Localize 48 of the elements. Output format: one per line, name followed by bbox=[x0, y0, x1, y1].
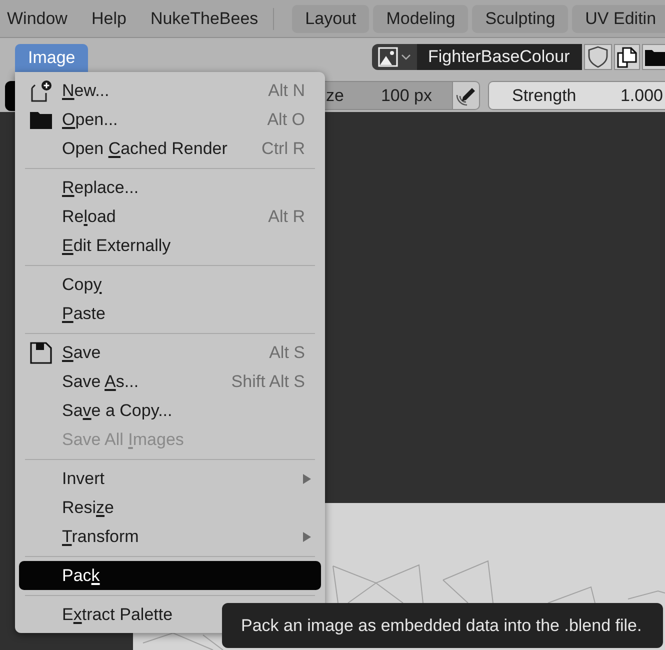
strength-field[interactable]: Strength 1.000 bbox=[488, 81, 665, 110]
workspace-tab[interactable]: UV Editin bbox=[572, 4, 665, 32]
menu-item[interactable]: Invert bbox=[19, 464, 321, 493]
pressure-toggle-button[interactable] bbox=[452, 81, 480, 110]
menu-item[interactable]: Replace... bbox=[19, 173, 321, 202]
workspace-tab[interactable]: Modeling bbox=[373, 4, 468, 32]
image-menu-button[interactable]: Image bbox=[15, 44, 88, 72]
workspace-tab[interactable]: Layout bbox=[292, 4, 370, 32]
image-browse-button[interactable] bbox=[372, 44, 417, 70]
menu-item[interactable]: Paste bbox=[19, 299, 321, 328]
duplicate-button[interactable] bbox=[614, 44, 640, 70]
shield-icon bbox=[588, 46, 608, 68]
menu-item[interactable]: Edit Externally bbox=[19, 231, 321, 260]
image-name-field[interactable]: FighterBaseColour bbox=[417, 44, 582, 70]
menu-item[interactable]: Copy bbox=[19, 270, 321, 299]
menu-item[interactable]: Pack bbox=[19, 561, 321, 590]
chevron-down-icon bbox=[401, 54, 411, 60]
pen-pressure-icon bbox=[456, 86, 476, 106]
open-file-button[interactable] bbox=[642, 44, 665, 70]
fake-user-button[interactable] bbox=[584, 44, 612, 70]
menu-item[interactable]: Open... Alt O bbox=[19, 105, 321, 134]
shortcut-text: Shift Alt S bbox=[231, 372, 305, 392]
menu-button[interactable]: Window bbox=[7, 8, 68, 28]
menu-item[interactable]: New... Alt N bbox=[19, 76, 321, 105]
menu-item[interactable]: Open Cached Render Ctrl R bbox=[19, 134, 321, 163]
shortcut-text: Ctrl R bbox=[262, 138, 305, 158]
image-icon bbox=[378, 47, 398, 67]
new-document-icon bbox=[30, 80, 52, 102]
menu-item[interactable]: Reload Alt R bbox=[19, 202, 321, 231]
menu-item[interactable]: Save a Copy... bbox=[19, 396, 321, 425]
submenu-arrow-icon bbox=[303, 474, 311, 484]
menu-button[interactable]: Help bbox=[91, 8, 126, 28]
copy-icon bbox=[617, 46, 637, 68]
tool-button[interactable] bbox=[5, 81, 15, 111]
menu-item[interactable]: Transform bbox=[19, 522, 321, 551]
folder-icon bbox=[645, 48, 665, 66]
shortcut-text: Alt R bbox=[268, 206, 305, 226]
menu-item[interactable]: Resize bbox=[19, 493, 321, 522]
size-field[interactable]: ze 100 px bbox=[325, 81, 452, 110]
shortcut-text: Alt S bbox=[269, 342, 305, 362]
menu-item[interactable]: Save As... Shift Alt S bbox=[19, 367, 321, 396]
menu-item[interactable]: Save Alt S bbox=[19, 338, 321, 367]
submenu-arrow-icon bbox=[303, 532, 311, 542]
tooltip: Pack an image as embedded data into the .blend file. bbox=[222, 603, 663, 648]
menu-button[interactable]: NukeTheBees bbox=[150, 8, 258, 28]
shortcut-text: Alt O bbox=[267, 110, 305, 130]
workspace-tab[interactable]: Sculpting bbox=[472, 4, 568, 32]
shortcut-text: Alt N bbox=[268, 80, 305, 100]
